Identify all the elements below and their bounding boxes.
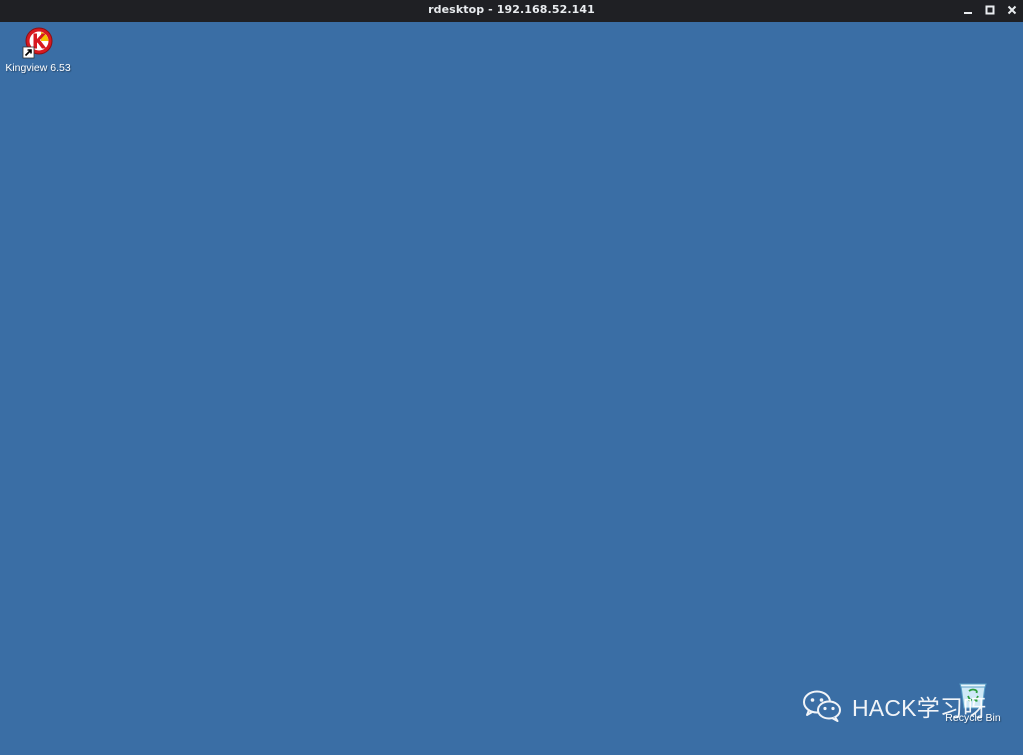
rdesktop-window: rdesktop - 192.168.52.141 Kingview 6.53 … [0, 0, 1023, 755]
maximize-button[interactable] [983, 3, 997, 17]
close-icon [1007, 5, 1017, 15]
watermark-text: HACK学习呀 [852, 695, 987, 721]
window-title: rdesktop - 192.168.52.141 [428, 3, 595, 16]
watermark: HACK学习呀 [802, 689, 986, 723]
desktop[interactable]: Kingview 6.53 Recycle Bin HACK学习呀 [0, 22, 1023, 755]
kingview-app-icon [22, 27, 53, 59]
minimize-button[interactable] [961, 3, 975, 17]
maximize-icon [985, 5, 995, 15]
minimize-icon [964, 12, 972, 14]
wechat-icon [803, 690, 841, 722]
desktop-icon-kingview[interactable]: Kingview 6.53 [1, 26, 75, 74]
close-button[interactable] [1005, 3, 1019, 17]
desktop-icon-label: Kingview 6.53 [5, 62, 71, 74]
window-controls [961, 3, 1019, 17]
title-bar[interactable]: rdesktop - 192.168.52.141 [0, 0, 1023, 22]
